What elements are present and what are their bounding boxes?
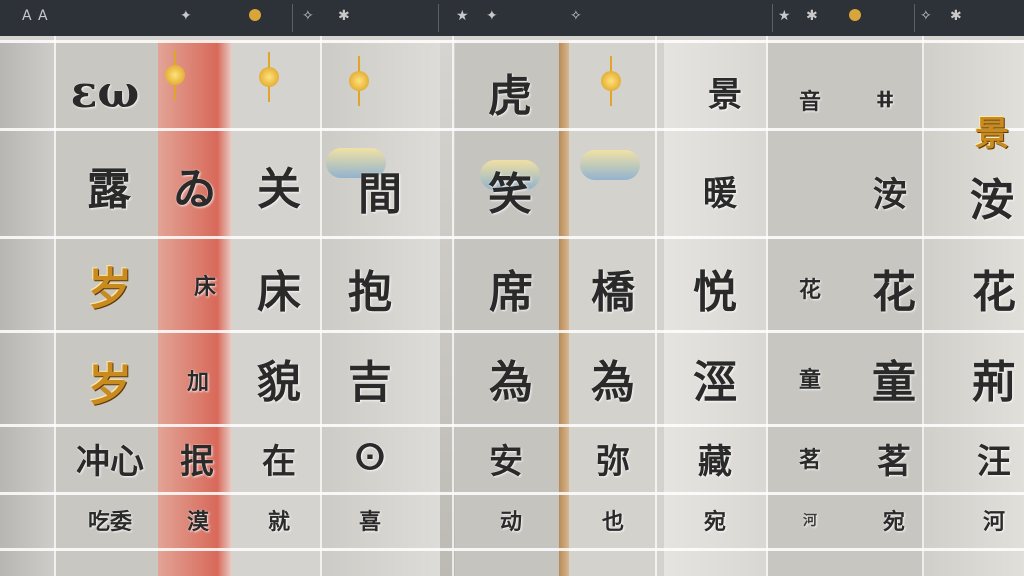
sun-icon — [334, 56, 384, 106]
grid-vline — [766, 36, 768, 576]
glyph-cell[interactable]: 岁 — [60, 346, 160, 416]
glyph-cell[interactable]: 也 — [578, 498, 648, 542]
sparkle-icon[interactable]: ✦ — [180, 8, 192, 24]
toolbar-divider — [914, 4, 915, 32]
glyph-cell[interactable]: 宛 — [680, 498, 750, 542]
glyph-cell[interactable]: 席 — [476, 256, 546, 320]
grid-hline — [0, 40, 1024, 43]
sparkle-icon[interactable]: ✦ — [486, 8, 498, 24]
glyph-cell[interactable]: 花 — [864, 256, 924, 320]
sun-icon — [586, 56, 636, 106]
glyph-cell[interactable]: 童 — [780, 346, 840, 410]
toolbar-divider — [292, 4, 293, 32]
sun-icon[interactable] — [246, 6, 264, 24]
glyph-cell[interactable]: 河 — [964, 498, 1024, 542]
sun-icon — [244, 52, 294, 102]
column-bg — [0, 40, 56, 576]
glyph-cell[interactable]: 景 — [960, 110, 1024, 154]
weather-icon[interactable]: ✧ — [302, 8, 314, 24]
glyph-cell[interactable]: 花 — [780, 256, 840, 320]
column-divider — [559, 40, 569, 576]
sun-icon — [150, 50, 200, 100]
grid-vline — [320, 36, 322, 576]
grid-hline — [0, 424, 1024, 427]
glyph-cell[interactable]: 在 — [244, 430, 314, 486]
sparkle-icon[interactable]: ✧ — [570, 8, 582, 24]
glyph-cell[interactable]: 岁 — [60, 250, 160, 320]
glyph-cell[interactable]: 橋 — [578, 256, 648, 320]
grid-hline — [0, 492, 1024, 495]
grid-vline — [655, 36, 657, 576]
glyph-cell[interactable]: ⵙ — [330, 430, 410, 486]
glyph-cell[interactable]: 安 — [466, 430, 546, 486]
glyph-cell[interactable]: 床 — [180, 260, 230, 310]
glyph-cell[interactable]: 关 — [244, 150, 314, 220]
glyph-cell[interactable]: 吃委 — [60, 498, 160, 542]
glyph-cell[interactable]: 床 — [244, 256, 314, 320]
glyph-cell[interactable]: 間 — [330, 160, 430, 220]
glyph-cell[interactable]: 涇 — [680, 346, 750, 410]
glyph-cell[interactable]: 洝 — [960, 166, 1024, 226]
glyph-cell[interactable]: 吉 — [330, 346, 410, 410]
glyph-cell[interactable]: εω — [60, 62, 150, 122]
glyph-cell[interactable]: 音 — [780, 80, 840, 120]
toolbar-divider — [438, 4, 439, 32]
grid-vline — [54, 36, 56, 576]
glyph-cell[interactable]: ゐ — [160, 150, 230, 220]
glyph-cell[interactable]: 茗 — [780, 430, 840, 486]
glyph-cell[interactable]: 笑 — [470, 160, 550, 220]
glyph-cell[interactable]: 汪 — [964, 430, 1024, 486]
toolbar-divider — [772, 4, 773, 32]
grid-hline — [0, 128, 1024, 131]
font-size-icon[interactable]: A — [22, 8, 32, 24]
font-size-icon-alt[interactable]: A — [38, 8, 48, 24]
glyph-cell[interactable]: 童 — [864, 346, 924, 410]
star-icon[interactable]: ★ — [456, 8, 469, 24]
glyph-cell[interactable]: 河 — [780, 498, 840, 542]
glyph-cell[interactable]: 露 — [64, 150, 154, 220]
glyph-cell[interactable]: 动 — [476, 498, 546, 542]
glyph-cell[interactable]: 虎 — [470, 62, 550, 122]
glyph-cell[interactable]: 漠 — [168, 498, 228, 542]
star-icon[interactable]: ★ — [778, 8, 791, 24]
grid-vline — [452, 36, 454, 576]
glyph-cell[interactable]: 茗 — [864, 430, 924, 486]
arrow-icon[interactable]: ✱ — [338, 8, 350, 24]
glyph-cell[interactable]: 貌 — [244, 346, 314, 410]
glyph-cell[interactable]: 為 — [578, 346, 648, 410]
glyph-cell[interactable]: 抿 — [162, 430, 232, 486]
glyph-cell[interactable]: 暖 — [680, 160, 760, 220]
cloud-icon — [580, 150, 640, 180]
glyph-cell[interactable]: 洝 — [860, 166, 920, 216]
arrow-icon[interactable]: ✱ — [806, 8, 818, 24]
glyph-cell[interactable]: 景 — [690, 66, 760, 116]
glyph-cell[interactable]: 悦 — [680, 256, 750, 320]
glyph-cell[interactable]: 弥 — [578, 430, 648, 486]
grid-hline — [0, 548, 1024, 551]
grid-hline — [0, 330, 1024, 333]
glyph-cell[interactable]: 宛 — [864, 498, 924, 542]
glyph-cell[interactable]: ⵌ — [860, 80, 910, 120]
weather-icon[interactable]: ✧ — [920, 8, 932, 24]
glyph-cell[interactable]: 冲心 — [60, 430, 160, 486]
glyph-cell[interactable]: 荊 — [964, 346, 1024, 410]
grid-hline — [0, 236, 1024, 239]
sun-icon[interactable] — [846, 6, 864, 24]
glyph-cell[interactable]: 加 — [168, 350, 228, 410]
arrow-icon[interactable]: ✱ — [950, 8, 962, 24]
glyph-cell[interactable]: 就 — [244, 498, 314, 542]
glyph-cell[interactable]: 為 — [476, 346, 546, 410]
top-toolbar: A A ✦ ✧ ✱ ★ ✦ ✧ ★ ✱ ✧ ✱ — [0, 0, 1024, 36]
glyph-cell[interactable]: 抱 — [330, 256, 410, 320]
glyph-cell[interactable]: 花 — [964, 256, 1024, 320]
glyph-cell[interactable]: 藏 — [680, 430, 750, 486]
glyph-cell[interactable]: 喜 — [330, 498, 410, 542]
